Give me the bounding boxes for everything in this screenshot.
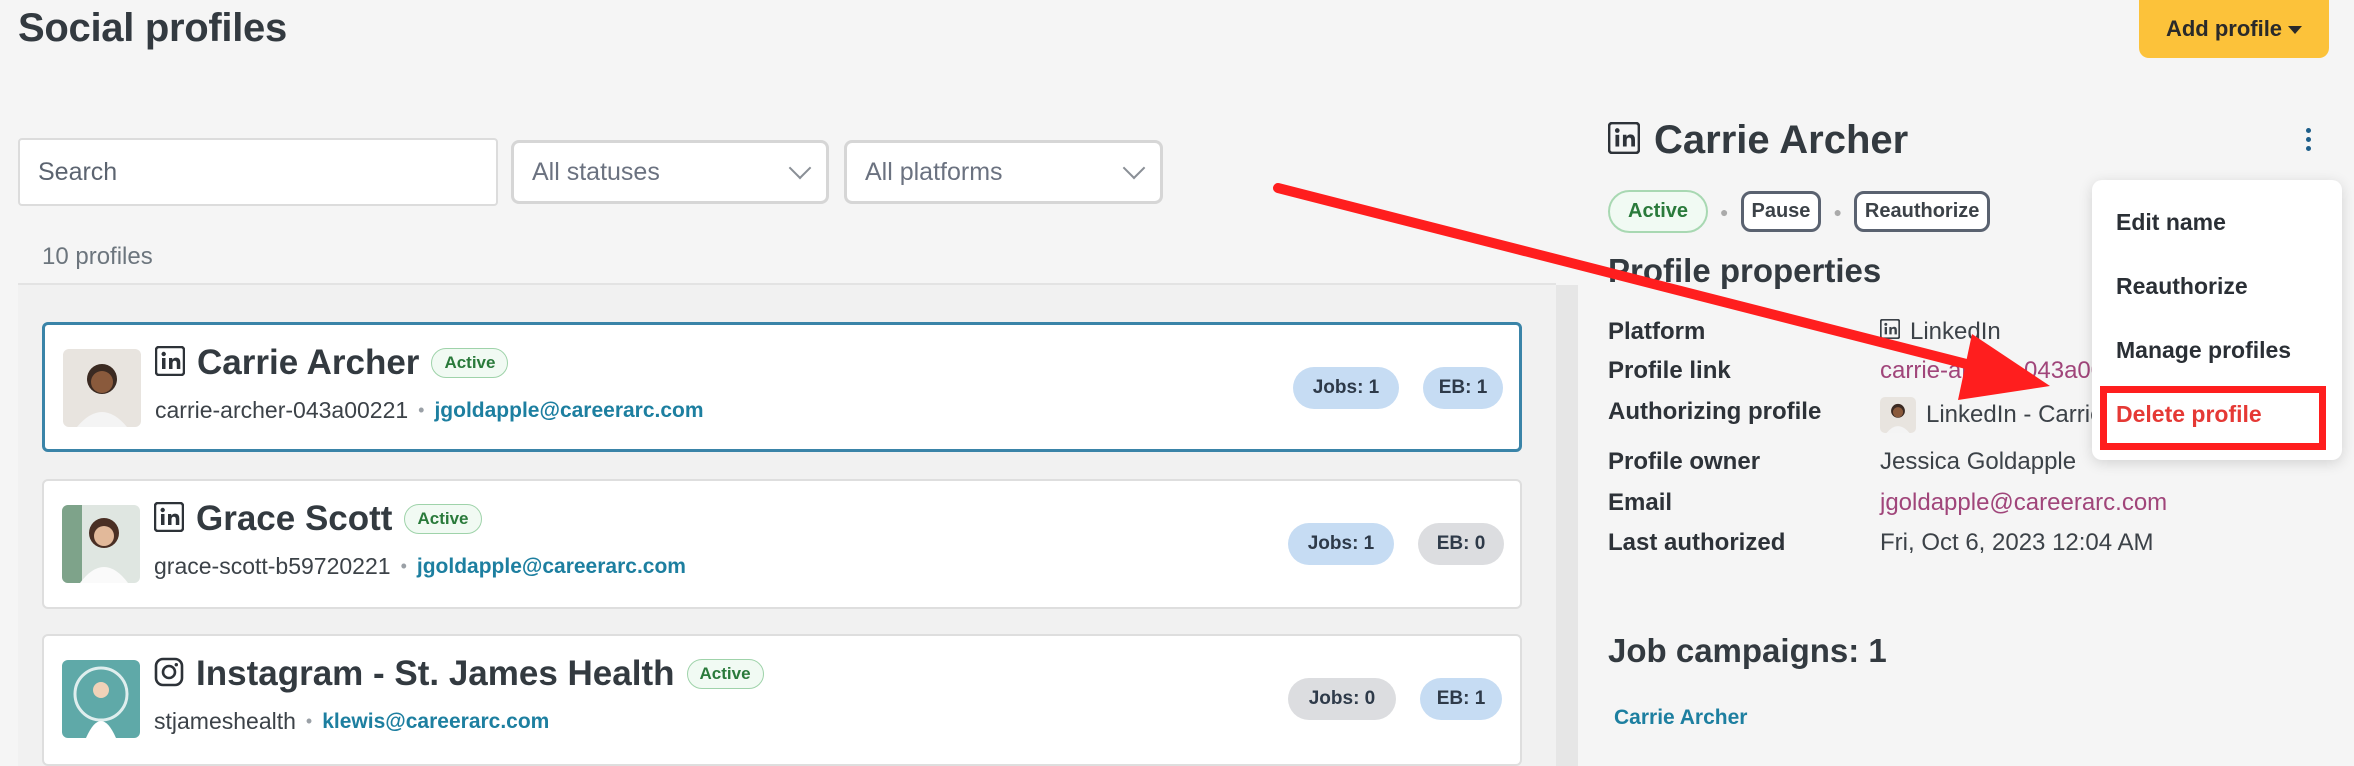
page-title: Social profiles <box>18 6 287 50</box>
profile-owner-label: Profile owner <box>1608 448 1761 475</box>
profile-email: klewis@careerarc.com <box>322 709 550 733</box>
more-options-icon[interactable] <box>2306 128 2312 151</box>
profile-card-instagram-st-james-health[interactable]: Instagram - St. James Health Active stja… <box>42 634 1522 766</box>
chevron-down-icon <box>788 156 812 180</box>
detail-profile-name: Carrie Archer <box>1654 118 1909 162</box>
last-authorized-label: Last authorized <box>1608 529 1786 556</box>
profile-handle: carrie-archer-043a00221 <box>155 397 409 423</box>
add-profile-label: Add profile <box>2165 16 2283 41</box>
status-badge: Active <box>1608 190 1709 233</box>
caret-down-icon <box>2288 26 2303 34</box>
linkedin-icon <box>154 345 186 381</box>
status-filter-value: All statuses <box>532 157 660 186</box>
chevron-down-icon <box>1122 156 1146 180</box>
add-profile-button[interactable]: Add profile <box>2139 0 2329 58</box>
separator-dot: ● <box>1720 203 1729 220</box>
eb-pill: EB: 0 <box>1418 523 1504 565</box>
search-input[interactable] <box>18 138 498 206</box>
avatar <box>62 660 140 738</box>
menu-item-edit-name[interactable]: Edit name <box>2116 209 2226 236</box>
status-badge: Active <box>431 348 509 378</box>
platform-text: LinkedIn <box>1910 318 2001 345</box>
detail-status-row: Active ● Pause ● Reauthorize <box>1608 190 1991 233</box>
platform-label: Platform <box>1608 318 1706 345</box>
campaign-link[interactable]: Carrie Archer <box>1614 706 1747 730</box>
job-campaigns-title: Job campaigns: 1 <box>1608 632 1887 669</box>
profile-name: Grace Scott <box>196 499 393 538</box>
profile-link-label: Profile link <box>1608 357 1731 384</box>
platform-value: LinkedIn <box>1879 318 2001 346</box>
platform-filter-value: All platforms <box>865 157 1003 186</box>
separator-dot: • <box>400 556 407 576</box>
profile-handle: grace-scott-b59720221 <box>154 553 391 579</box>
linkedin-icon <box>153 501 185 537</box>
avatar <box>62 505 140 583</box>
avatar <box>1880 397 1916 433</box>
scrollbar[interactable] <box>1556 285 1578 766</box>
avatar <box>63 349 141 427</box>
jobs-pill: Jobs: 0 <box>1288 678 1396 720</box>
pause-button[interactable]: Pause <box>1740 191 1822 232</box>
last-authorized-value: Fri, Oct 6, 2023 12:04 AM <box>1880 529 2154 556</box>
profile-count: 10 profiles <box>42 243 153 270</box>
jobs-pill: Jobs: 1 <box>1293 367 1399 409</box>
profile-name: Carrie Archer <box>197 343 420 382</box>
profile-properties-title: Profile properties <box>1608 252 1882 289</box>
separator-dot: • <box>418 400 425 420</box>
annotation-highlight-box <box>2100 386 2326 450</box>
eb-pill: EB: 1 <box>1420 678 1502 720</box>
reauthorize-button[interactable]: Reauthorize <box>1853 191 1991 232</box>
jobs-pill: Jobs: 1 <box>1288 523 1394 565</box>
detail-header: Carrie Archer <box>1607 118 1909 163</box>
status-badge: Active <box>404 504 482 534</box>
menu-item-manage-profiles[interactable]: Manage profiles <box>2116 337 2291 364</box>
eb-pill: EB: 1 <box>1423 367 1503 409</box>
profile-email: jgoldapple@careerarc.com <box>416 554 686 578</box>
profile-email: jgoldapple@careerarc.com <box>434 398 704 422</box>
status-badge: Active <box>686 659 764 689</box>
status-filter-select[interactable]: All statuses <box>511 140 829 204</box>
profile-card-grace-scott[interactable]: Grace Scott Active grace-scott-b59720221… <box>42 479 1522 609</box>
separator-dot: • <box>305 711 313 731</box>
profile-handle: stjameshealth <box>154 708 296 734</box>
email-label: Email <box>1608 489 1673 516</box>
profile-owner-value: Jessica Goldapple <box>1880 448 2077 475</box>
profile-name: Instagram - St. James Health <box>196 654 675 693</box>
instagram-icon <box>154 657 184 692</box>
linkedin-icon <box>1879 318 1901 346</box>
profile-card-carrie-archer[interactable]: Carrie Archer Active carrie-archer-043a0… <box>42 322 1522 452</box>
email-link[interactable]: jgoldapple@careerarc.com <box>1880 489 2167 517</box>
separator-dot: ● <box>1833 203 1842 220</box>
menu-item-reauthorize[interactable]: Reauthorize <box>2116 273 2248 300</box>
linkedin-icon <box>1607 121 1641 159</box>
authorizing-profile-label: Authorizing profile <box>1608 398 1822 425</box>
platform-filter-select[interactable]: All platforms <box>844 140 1163 204</box>
